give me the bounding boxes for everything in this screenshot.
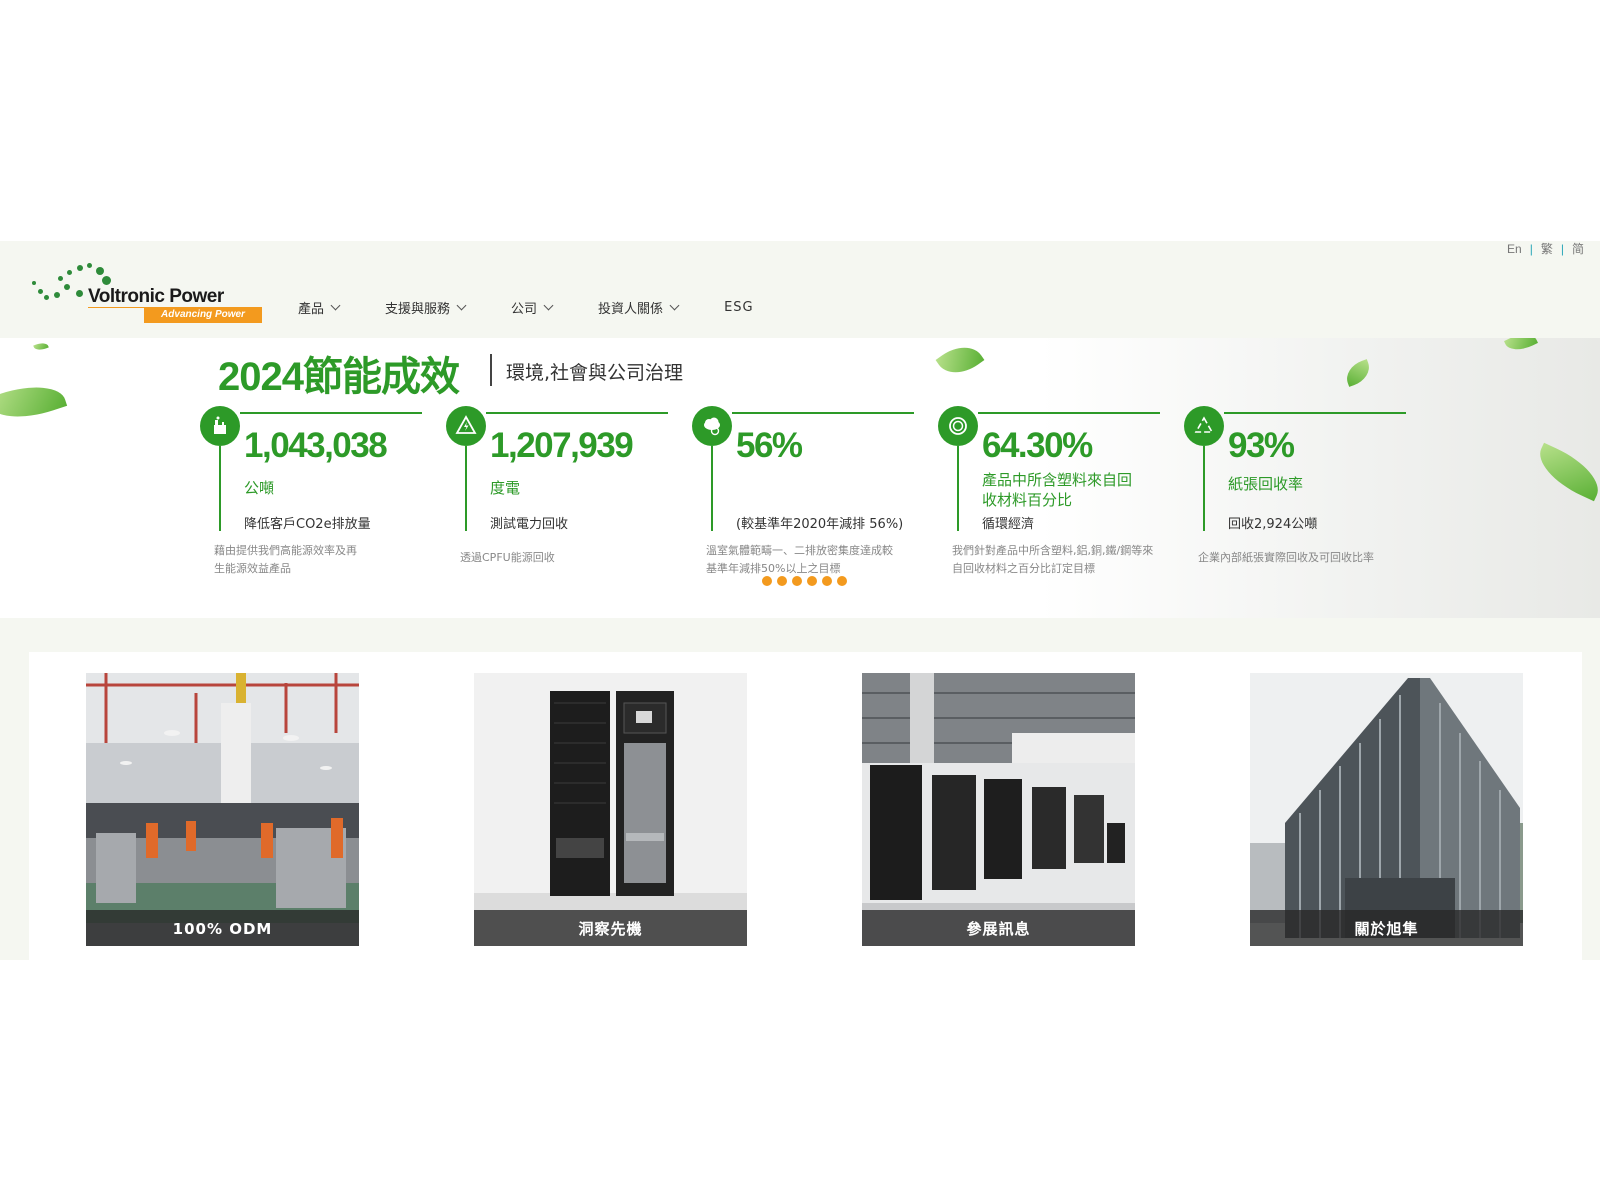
hero-title: 2024節能成效 bbox=[218, 355, 460, 399]
card-caption: 關於旭隼 bbox=[1250, 910, 1523, 946]
chevron-down-icon bbox=[456, 300, 467, 311]
leaf-decoration bbox=[33, 340, 49, 353]
stat-description: 藉由提供我們高能源效率及再生能源效益產品 bbox=[214, 544, 357, 575]
stat-description: 企業內部紙張實際回收及可回收比率 bbox=[1198, 551, 1374, 564]
stat-description: 溫室氣體範疇一、二排放密集度達成較基準年減排50%以上之目標 bbox=[706, 544, 893, 575]
nav-products[interactable]: 產品 bbox=[298, 298, 341, 317]
hero-banner: 2024節能成效 環境,社會與公司治理 1,043,038 公噸 降低客戶CO2… bbox=[0, 338, 1600, 618]
stat-value: 1,043,038 bbox=[244, 426, 388, 465]
title-divider bbox=[490, 354, 492, 386]
card-odm[interactable]: 100% ODM bbox=[86, 673, 359, 946]
stat-label: 循環經濟 bbox=[982, 517, 1035, 532]
carousel-dot[interactable] bbox=[792, 576, 802, 586]
lang-traditional[interactable]: 繁 bbox=[1541, 242, 1553, 256]
leaf-decoration bbox=[1342, 359, 1374, 387]
nav-company[interactable]: 公司 bbox=[511, 298, 554, 317]
stat-value: 64.30% bbox=[982, 426, 1093, 465]
stat-paper-recycling: 93% 紙張回收率 回收2,924公噸 企業內部紙張實際回收及可回收比率 bbox=[1184, 406, 1414, 581]
carousel-dot[interactable] bbox=[762, 576, 772, 586]
stat-label: 測試電力回收 bbox=[490, 517, 569, 532]
carousel-dot[interactable] bbox=[837, 576, 847, 586]
stat-unit: 產品中所含塑料來自回收材料百分比 bbox=[982, 471, 1133, 509]
card-exhibition[interactable]: 參展訊息 bbox=[862, 673, 1135, 946]
lang-simplified[interactable]: 简 bbox=[1572, 242, 1584, 256]
leaf-decoration bbox=[0, 375, 68, 429]
stat-recycled-plastic: 64.30% 產品中所含塑料來自回收材料百分比 循環經濟 我們針對產品中所含塑料… bbox=[938, 406, 1168, 581]
carousel-dot[interactable] bbox=[822, 576, 832, 586]
card-caption: 100% ODM bbox=[86, 910, 359, 946]
stat-value: 93% bbox=[1228, 426, 1295, 465]
nav-support[interactable]: 支援與服務 bbox=[385, 298, 467, 317]
chevron-down-icon bbox=[669, 300, 680, 311]
brand-logo[interactable]: Voltronic Power Advancing Power bbox=[30, 262, 262, 328]
leaf-decoration bbox=[1530, 442, 1600, 502]
lang-en[interactable]: En bbox=[1507, 242, 1522, 256]
stat-description: 我們針對產品中所含塑料,鋁,銅,鐵/鋼等來自回收材料之百分比訂定目標 bbox=[952, 544, 1154, 575]
carousel-dot[interactable] bbox=[807, 576, 817, 586]
card-caption: 洞察先機 bbox=[474, 910, 747, 946]
card-about[interactable]: 關於旭隼 bbox=[1250, 673, 1523, 946]
card-caption: 參展訊息 bbox=[862, 910, 1135, 946]
main-nav: 產品 支援與服務 公司 投資人關係 ESG bbox=[298, 298, 800, 317]
nav-esg[interactable]: ESG bbox=[724, 298, 754, 317]
stat-label: (較基準年2020年減排 56%) bbox=[736, 517, 904, 532]
carousel-dots bbox=[762, 576, 852, 586]
stat-value: 1,207,939 bbox=[490, 426, 634, 465]
nav-investors[interactable]: 投資人關係 bbox=[598, 298, 680, 317]
cloud-icon bbox=[704, 417, 720, 436]
server-racks-image bbox=[474, 673, 747, 946]
stat-description: 透過CPFU能源回收 bbox=[460, 551, 555, 564]
logo-tagline: Advancing Power bbox=[144, 307, 262, 323]
chevron-down-icon bbox=[543, 300, 554, 311]
stat-label: 回收2,924公噸 bbox=[1228, 517, 1318, 532]
exhibition-booth-image bbox=[862, 673, 1135, 946]
chevron-down-icon bbox=[330, 300, 341, 311]
factory-icon bbox=[214, 416, 226, 434]
lightning-icon bbox=[455, 415, 477, 434]
stat-label: 降低客戶CO2e排放量 bbox=[244, 517, 371, 532]
stat-emission-reduction: 56% (較基準年2020年減排 56%) 溫室氣體範疇一、二排放密集度達成較基… bbox=[692, 406, 922, 581]
leaf-decoration bbox=[1504, 338, 1538, 356]
stat-value: 56% bbox=[736, 426, 803, 465]
logo-wordmark: Voltronic Power bbox=[88, 286, 224, 307]
stat-unit: 公噸 bbox=[244, 479, 275, 497]
stat-co2-reduction: 1,043,038 公噸 降低客戶CO2e排放量 藉由提供我們高能源效率及再生能… bbox=[200, 406, 430, 581]
carousel-dot[interactable] bbox=[777, 576, 787, 586]
recycle-circle-icon bbox=[949, 417, 967, 435]
office-building-image bbox=[1250, 673, 1523, 946]
stat-power-recovery: 1,207,939 度電 測試電力回收 透過CPFU能源回收 bbox=[446, 406, 676, 581]
leaf-decoration bbox=[935, 338, 985, 383]
hero-subtitle: 環境,社會與公司治理 bbox=[506, 362, 684, 384]
factory-floor-image bbox=[86, 673, 359, 946]
recycle-icon bbox=[1194, 416, 1214, 433]
stat-unit: 紙張回收率 bbox=[1228, 475, 1304, 493]
language-switcher: En | 繁 | 简 bbox=[1507, 242, 1584, 256]
card-insight[interactable]: 洞察先機 bbox=[474, 673, 747, 946]
stat-unit: 度電 bbox=[490, 479, 521, 497]
